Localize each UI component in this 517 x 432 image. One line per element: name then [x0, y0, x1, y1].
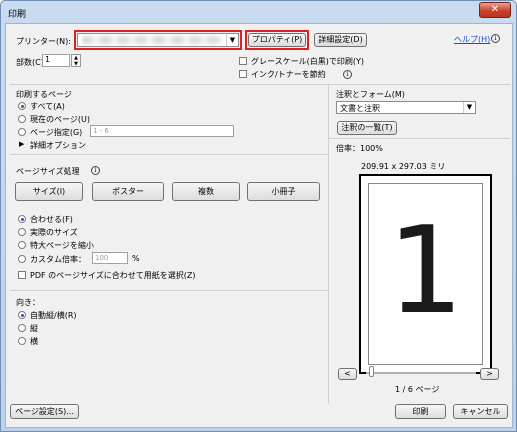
custom-scale-unit: %: [132, 254, 140, 263]
chevron-down-icon[interactable]: ▼: [463, 102, 475, 113]
page-slider-track[interactable]: [366, 372, 476, 374]
printer-highlight-box: [74, 30, 242, 50]
printer-label: プリンター(N):: [16, 37, 71, 46]
fit-label: 合わせる(F): [30, 215, 73, 224]
shrink-radio[interactable]: [18, 241, 26, 249]
copies-stepper[interactable]: ▲ ▼: [71, 54, 81, 67]
divider: [328, 84, 329, 404]
preview-page: 1: [368, 183, 483, 365]
orientation-auto-label: 自動縦/横(R): [30, 311, 77, 320]
page-slider-handle[interactable]: [369, 366, 374, 377]
pages-range-radio[interactable]: [18, 128, 26, 136]
pages-all-label: すべて(A): [30, 102, 65, 111]
pdf-paper-checkbox[interactable]: [18, 271, 26, 279]
ink-save-checkbox[interactable]: [239, 70, 247, 78]
orientation-auto-radio[interactable]: [18, 311, 26, 319]
zoom-label: 倍率：100%: [336, 144, 383, 153]
comments-selected-value: 文書と注釈: [340, 104, 380, 113]
actual-size-label: 実際のサイズ: [30, 228, 78, 237]
fit-radio[interactable]: [18, 215, 26, 223]
print-button[interactable]: 印刷: [395, 404, 446, 419]
pages-range-label: ページ指定(G): [30, 128, 83, 137]
grayscale-checkbox[interactable]: [239, 57, 247, 65]
divider: [329, 138, 510, 139]
pages-all-radio[interactable]: [18, 102, 26, 110]
title-bar: 印刷 ✕: [1, 1, 516, 23]
actual-size-radio[interactable]: [18, 228, 26, 236]
orientation-landscape-label: 横: [30, 337, 38, 346]
preview-page-number: 1: [387, 202, 464, 341]
pdf-paper-label: PDF のページサイズに合わせて用紙を選択(Z): [30, 271, 196, 280]
window-title: 印刷: [8, 10, 27, 20]
ink-save-label: インク/トナーを節約: [251, 70, 326, 79]
more-options-label[interactable]: 詳細オプション: [30, 140, 86, 151]
divider: [10, 84, 510, 85]
pages-current-label: 現在のページ(U): [30, 115, 90, 124]
help-link[interactable]: ヘルプ(H): [454, 34, 490, 45]
info-icon[interactable]: i: [343, 70, 352, 79]
comments-select[interactable]: 文書と注釈 ▼: [336, 101, 476, 114]
sizing-section-title: ページサイズ処理: [16, 167, 80, 176]
custom-scale-label: カスタム倍率：: [30, 255, 86, 264]
page-preview: 1: [359, 174, 492, 374]
pages-range-input[interactable]: 1 - 6: [90, 125, 234, 137]
cancel-button[interactable]: キャンセル: [453, 404, 508, 419]
orientation-landscape-radio[interactable]: [18, 337, 26, 345]
help-icon[interactable]: i: [491, 34, 500, 43]
custom-scale-input[interactable]: 100: [92, 252, 128, 264]
summarize-comments-button[interactable]: 注釈の一覧(T): [337, 121, 397, 135]
comments-section-title: 注釈とフォーム(M): [336, 90, 405, 99]
multiple-mode-button[interactable]: 複数: [172, 182, 240, 201]
pages-section-title: 印刷するページ: [16, 90, 72, 99]
grayscale-label: グレースケール(白黒)で印刷(Y): [251, 57, 364, 66]
orientation-portrait-label: 縦: [30, 324, 38, 333]
print-dialog: 印刷 ✕ プリンター(N): ▼ プロパティ(P) 詳細設定(D) ヘルプ(H)…: [0, 0, 517, 432]
copies-field[interactable]: 1: [42, 54, 70, 67]
close-button[interactable]: ✕: [479, 2, 511, 18]
expand-triangle-icon[interactable]: ▶: [19, 140, 24, 148]
page-setup-button[interactable]: ページ設定(S)...: [10, 404, 79, 419]
prev-page-button[interactable]: <: [338, 368, 357, 380]
booklet-mode-button[interactable]: 小冊子: [247, 182, 320, 201]
size-mode-button[interactable]: サイズ(I): [15, 182, 83, 201]
poster-mode-button[interactable]: ポスター: [92, 182, 164, 201]
divider: [10, 154, 328, 155]
shrink-label: 特大ページを縮小: [30, 241, 94, 250]
custom-scale-radio[interactable]: [18, 255, 26, 263]
divider: [10, 290, 328, 291]
advanced-button[interactable]: 詳細設定(D): [314, 33, 367, 47]
orientation-portrait-radio[interactable]: [18, 324, 26, 332]
page-indicator: 1 / 6 ページ: [395, 385, 440, 394]
orientation-section-title: 向き：: [16, 298, 40, 307]
properties-highlight-box: [245, 30, 309, 50]
info-icon[interactable]: i: [91, 166, 100, 175]
next-page-button[interactable]: >: [480, 368, 499, 380]
dialog-body: プリンター(N): ▼ プロパティ(P) 詳細設定(D) ヘルプ(H) i 部数…: [5, 23, 513, 428]
paper-size-label: 209.91 x 297.03 ミリ: [361, 162, 446, 171]
pages-current-radio[interactable]: [18, 115, 26, 123]
